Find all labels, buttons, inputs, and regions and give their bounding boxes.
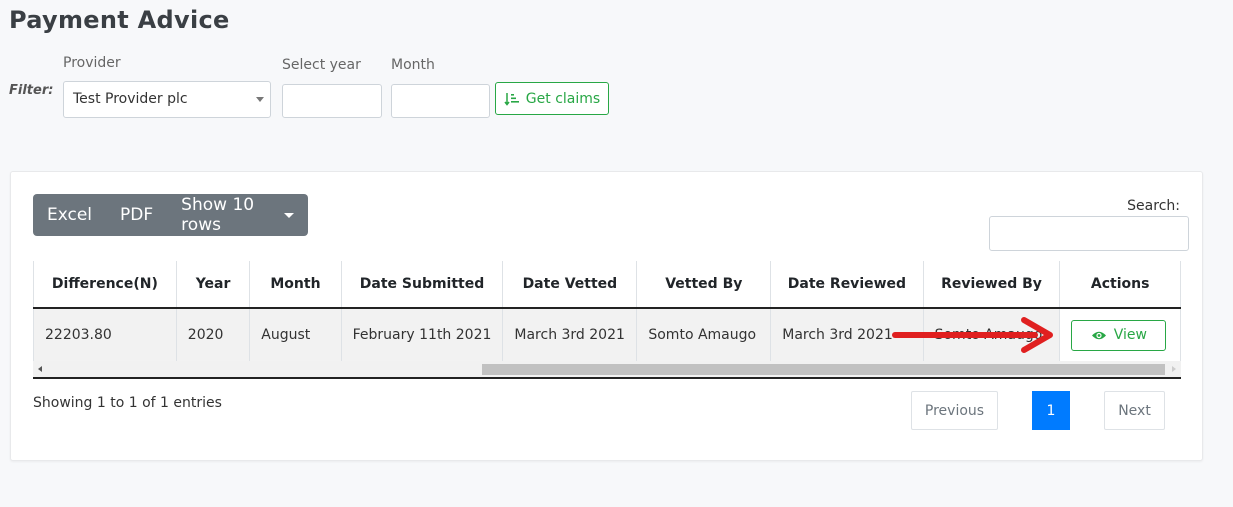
column-header-month[interactable]: Month	[249, 261, 342, 309]
year-label: Select year	[282, 57, 361, 73]
table-header-row: Difference(N) Year Month Date Submitted …	[33, 261, 1181, 309]
column-header-reviewed-by[interactable]: Reviewed By	[922, 261, 1061, 309]
view-button[interactable]: View	[1071, 319, 1167, 351]
table-info: Showing 1 to 1 of 1 entries	[33, 395, 222, 411]
page-title: Payment Advice	[9, 6, 230, 34]
chevron-down-icon	[256, 97, 264, 102]
pagination-next-button[interactable]: Next	[1104, 391, 1165, 430]
provider-select-value: Test Provider plc	[73, 91, 188, 107]
get-claims-button[interactable]: Get claims	[495, 82, 609, 115]
sort-amount-icon	[504, 92, 519, 106]
month-input[interactable]	[391, 84, 490, 118]
column-header-actions: Actions	[1059, 261, 1181, 309]
scrollbar-thumb[interactable]	[482, 364, 1165, 375]
filter-label: Filter:	[9, 83, 54, 98]
column-header-vetted-by[interactable]: Vetted By	[636, 261, 772, 309]
column-header-date-reviewed[interactable]: Date Reviewed	[770, 261, 924, 309]
column-header-date-submitted[interactable]: Date Submitted	[340, 261, 504, 309]
excel-button[interactable]: Excel	[33, 194, 106, 236]
table-row: 22203.80 2020 August February 11th 2021 …	[33, 308, 1181, 361]
cell-year: 2020	[175, 308, 251, 361]
scroll-left-arrow-icon[interactable]	[38, 366, 42, 372]
scroll-right-arrow-icon[interactable]	[1172, 366, 1176, 372]
pdf-button[interactable]: PDF	[106, 194, 167, 236]
claims-table: Difference(N) Year Month Date Submitted …	[33, 261, 1181, 361]
provider-select[interactable]: Test Provider plc	[63, 81, 271, 118]
provider-label: Provider	[63, 55, 121, 71]
cell-month: August	[249, 308, 342, 361]
cell-vetted-by: Somto Amaugo	[636, 308, 772, 361]
horizontal-scrollbar[interactable]	[33, 361, 1181, 379]
cell-difference: 22203.80	[33, 308, 177, 361]
cell-date-vetted: March 3rd 2021	[502, 308, 638, 361]
year-input[interactable]	[282, 84, 382, 118]
view-button-label: View	[1113, 327, 1147, 343]
results-card: Excel PDF Show 10 rows Search: Differenc…	[10, 171, 1203, 461]
column-header-date-vetted[interactable]: Date Vetted	[502, 261, 638, 309]
pagination-page-button[interactable]: 1	[1032, 391, 1070, 430]
cell-date-reviewed: March 3rd 2021	[770, 308, 924, 361]
show-rows-label: Show 10 rows	[181, 195, 255, 235]
month-label: Month	[391, 57, 435, 73]
column-header-year[interactable]: Year	[175, 261, 251, 309]
table-scroll-container: Difference(N) Year Month Date Submitted …	[33, 261, 1181, 379]
show-rows-dropdown[interactable]: Show 10 rows	[167, 194, 308, 236]
eye-icon	[1091, 331, 1106, 339]
cell-actions: View	[1059, 308, 1181, 361]
caret-down-icon	[284, 212, 294, 218]
column-header-difference[interactable]: Difference(N)	[33, 261, 177, 309]
pagination-previous-button[interactable]: Previous	[911, 391, 998, 430]
search-label: Search:	[1127, 198, 1180, 214]
search-input[interactable]	[989, 216, 1189, 251]
cell-reviewed-by: Somto Amaugo	[922, 308, 1061, 361]
cell-date-submitted: February 11th 2021	[340, 308, 504, 361]
export-button-group: Excel PDF Show 10 rows	[33, 194, 308, 236]
get-claims-label: Get claims	[525, 90, 601, 107]
